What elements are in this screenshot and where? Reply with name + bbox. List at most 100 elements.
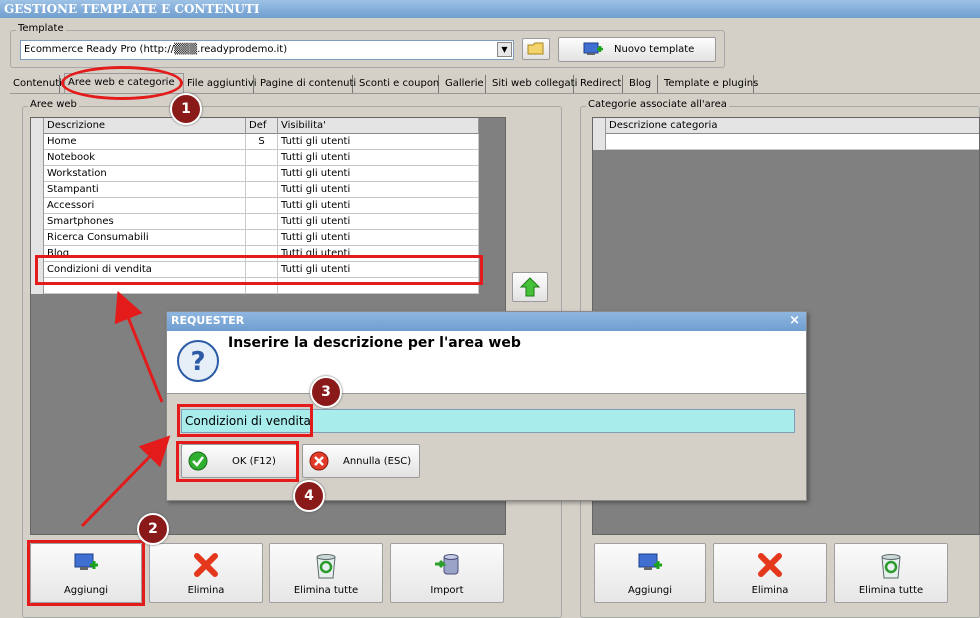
add-category-label: Aggiungi [627, 585, 673, 596]
folder-icon [527, 42, 544, 55]
new-template-label: Nuovo template [614, 44, 695, 55]
table-row[interactable]: Ricerca Consumabili Tutti gli utenti [31, 230, 479, 246]
table-row[interactable]: Workstation Tutti gli utenti [31, 166, 479, 182]
delete-area-button[interactable]: Elimina [149, 543, 263, 603]
cancel-x-icon [309, 451, 329, 471]
areas-group-label: Aree web [28, 99, 79, 110]
database-import-icon [435, 554, 459, 575]
cell-def [246, 214, 278, 230]
tab-template-e-plugins[interactable]: Template e plugins [661, 75, 758, 93]
col-header-visibilita[interactable]: Visibilita' [278, 118, 479, 134]
open-folder-button[interactable] [522, 38, 550, 60]
cell-visibilita: Tutti gli utenti [278, 150, 479, 166]
step-badge-3: 3 [310, 376, 342, 408]
cell-def [246, 166, 278, 182]
cell-def [246, 182, 278, 198]
row-indicator [31, 214, 44, 230]
dialog-titlebar: REQUESTER × [167, 312, 806, 331]
cancel-label: Annulla (ESC) [343, 456, 412, 467]
cell-descrizione: Ricerca Consumabili [44, 230, 246, 246]
highlight-row [35, 255, 483, 285]
chevron-down-icon[interactable]: ▼ [497, 42, 512, 57]
row-indicator [31, 166, 44, 182]
delete-all-categories-button[interactable]: Elimina tutte [834, 543, 948, 603]
col-header-descrizione[interactable]: Descrizione [44, 118, 246, 134]
cell-visibilita: Tutti gli utenti [278, 230, 479, 246]
cell-visibilita: Tutti gli utenti [278, 214, 479, 230]
areas-grid-header: Descrizione Def Visibilita' [31, 118, 479, 134]
categories-grid-header: Descrizione categoria [593, 118, 979, 134]
cell-visibilita: Tutti gli utenti [278, 166, 479, 182]
row-indicator [31, 134, 44, 150]
highlight-ok [176, 441, 299, 482]
row-indicator [593, 118, 606, 134]
cell-visibilita: Tutti gli utenti [278, 134, 479, 150]
template-select[interactable]: Ecommerce Ready Pro (http://▒▒▒.readypro… [20, 40, 514, 60]
tab-gallerie[interactable]: Gallerie [442, 75, 486, 93]
row-indicator [31, 230, 44, 246]
cell-visibilita: Tutti gli utenti [278, 182, 479, 198]
cell-descrizione: Accessori [44, 198, 246, 214]
add-monitor-icon [638, 553, 662, 570]
table-row[interactable]: Notebook Tutti gli utenti [31, 150, 479, 166]
highlight-add [27, 540, 145, 606]
cell-descrizione: Notebook [44, 150, 246, 166]
dialog-prompt: Inserire la descrizione per l'area web [228, 335, 521, 351]
move-up-button[interactable] [512, 272, 548, 302]
template-group-label: Template [16, 23, 66, 34]
tab-contenuti[interactable]: Contenuti [10, 75, 62, 93]
row-indicator [31, 118, 44, 134]
delete-all-areas-button[interactable]: Elimina tutte [269, 543, 383, 603]
cell-descrizione: Home [44, 134, 246, 150]
col-header-descrizione-categoria[interactable]: Descrizione categoria [606, 118, 979, 134]
add-monitor-icon [583, 42, 603, 55]
cell-descrizione: Workstation [44, 166, 246, 182]
add-category-button[interactable]: Aggiungi [594, 543, 706, 603]
cell-descrizione: Stampanti [44, 182, 246, 198]
row-indicator [31, 182, 44, 198]
cell-descrizione: Smartphones [44, 214, 246, 230]
table-row[interactable] [593, 134, 979, 150]
cell-def [246, 150, 278, 166]
import-areas-button[interactable]: Import [390, 543, 504, 603]
svg-text:?: ? [190, 347, 205, 377]
row-indicator [31, 198, 44, 214]
tab-siti-web-collegati[interactable]: Siti web collegati [489, 75, 577, 93]
delete-x-icon [194, 553, 218, 577]
delete-category-button[interactable]: Elimina [713, 543, 827, 603]
tab-redirect[interactable]: Redirect [577, 75, 623, 93]
categories-group-label: Categorie associate all'area [586, 99, 729, 110]
new-template-button[interactable]: Nuovo template [558, 37, 716, 62]
tab-blog[interactable]: Blog [626, 75, 658, 93]
cell-def: S [246, 134, 278, 150]
table-row[interactable]: Home S Tutti gli utenti [31, 134, 479, 150]
tab-file-aggiuntivi[interactable]: File aggiuntivi [184, 75, 257, 93]
delete-x-icon [758, 553, 782, 577]
col-header-def[interactable]: Def [246, 118, 278, 134]
close-icon[interactable]: × [789, 313, 800, 328]
arrow-up-icon [519, 277, 541, 297]
window-title: GESTIONE TEMPLATE E CONTENUTI [0, 0, 980, 18]
highlight-tab [61, 66, 183, 100]
table-row[interactable]: Accessori Tutti gli utenti [31, 198, 479, 214]
cell-def [246, 230, 278, 246]
recycle-bin-icon [316, 554, 336, 579]
tab-sconti-e-coupon[interactable]: Sconti e coupon [356, 75, 439, 93]
delete-all-categories-label: Elimina tutte [858, 585, 924, 596]
row-indicator [31, 150, 44, 166]
table-row[interactable]: Smartphones Tutti gli utenti [31, 214, 479, 230]
table-row[interactable]: Stampanti Tutti gli utenti [31, 182, 479, 198]
tab-pagine-di-contenuti[interactable]: Pagine di contenuti [257, 75, 356, 93]
step-badge-1: 1 [170, 93, 202, 125]
highlight-input [177, 404, 313, 437]
cell-visibilita: Tutti gli utenti [278, 198, 479, 214]
step-badge-4: 4 [293, 480, 325, 512]
row-indicator [593, 134, 606, 150]
step-badge-2: 2 [137, 513, 169, 545]
cell-def [246, 198, 278, 214]
delete-area-label: Elimina [187, 585, 225, 596]
cancel-button[interactable]: Annulla (ESC) [302, 444, 420, 478]
dialog-prompt-panel: ? Inserire la descrizione per l'area web [167, 331, 806, 394]
delete-category-label: Elimina [751, 585, 789, 596]
import-areas-label: Import [430, 585, 464, 596]
